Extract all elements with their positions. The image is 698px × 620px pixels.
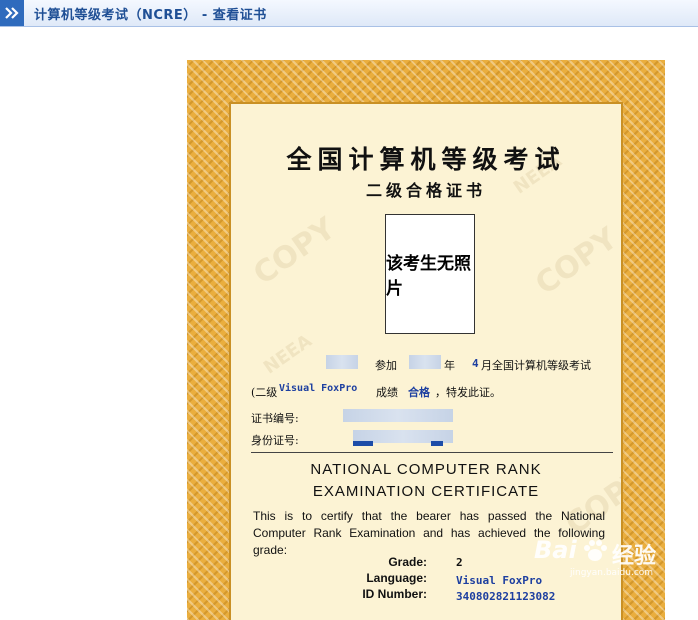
result-value: 合格 [408, 386, 430, 399]
cert-no-label: 证书编号: [251, 412, 299, 425]
issue-text: ，特发此证。 [435, 386, 501, 399]
year-text: 年 [444, 359, 455, 372]
exam-text: 月全国计算机等级考试 [481, 359, 591, 372]
double-chevron-icon [0, 0, 24, 26]
baidu-url: jingyan.baidu.com [570, 568, 654, 578]
baidu-brand: Bai [534, 536, 577, 564]
id-label: 身份证号: [251, 434, 299, 447]
level-prefix: (二级 [251, 386, 278, 399]
redaction-mark [431, 441, 443, 446]
certificate-title-en-2: EXAMINATION CERTIFICATE [312, 483, 540, 500]
redacted-name [326, 355, 358, 369]
exam-month: 4 [472, 357, 479, 370]
baidu-brand-cn: 经验 [612, 544, 657, 569]
subject-value: Visual FoxPro [279, 383, 358, 394]
certificate-title-en-1: NATIONAL COMPUTER RANK [310, 461, 542, 478]
grade-label: Grade: [388, 555, 427, 569]
watermark: NEEA [259, 330, 316, 379]
language-label: Language: [366, 571, 427, 585]
certificate-title-cn: 全国计算机等级考试 [286, 145, 566, 174]
photo-placeholder: 该考生无照片 [385, 214, 475, 334]
redaction-mark [353, 441, 373, 446]
certificate-subtitle-cn: 二级合格证书 [365, 181, 486, 200]
photo-text: 该考生无照片 [386, 254, 471, 299]
result-label: 成绩 [376, 386, 398, 399]
redacted-cert-no [343, 409, 453, 422]
watermark: COPY [247, 210, 343, 293]
id-number-value: 340802821123082 [456, 590, 556, 603]
join-text: 参加 [375, 359, 397, 372]
watermark: COPY [529, 220, 623, 303]
id-number-label: ID Number: [362, 587, 427, 601]
divider [251, 452, 613, 453]
redacted-year [409, 355, 441, 369]
page-title: 计算机等级考试（NCRE） - 查看证书 [34, 8, 267, 23]
page-header: 计算机等级考试（NCRE） - 查看证书 [0, 0, 698, 27]
grade-value: 2 [456, 556, 463, 569]
baidu-jingyan-watermark: Bai 经验 jingyan.baidu.com [530, 534, 698, 584]
paw-icon [584, 540, 607, 561]
